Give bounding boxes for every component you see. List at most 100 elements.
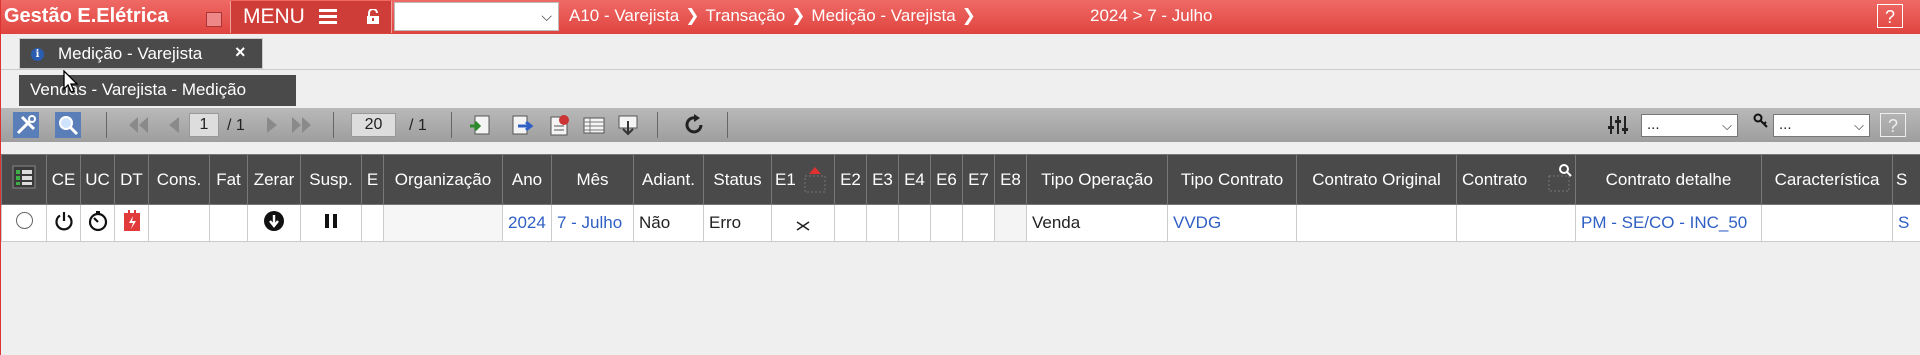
search-key-select[interactable]: ... ⌵ (1773, 114, 1870, 137)
sort-icon[interactable] (802, 165, 828, 195)
column-header-susp[interactable]: Susp. (300, 154, 362, 205)
search-icon[interactable] (55, 112, 81, 138)
ce-cell[interactable] (46, 204, 81, 242)
breadcrumb-item[interactable]: Medição - Varejista (811, 6, 955, 25)
toolbar-separator (451, 112, 452, 138)
close-icon[interactable]: × (235, 42, 246, 63)
column-header-caracteristica[interactable]: Característica (1761, 154, 1893, 205)
page-size-total: / 1 (409, 117, 427, 134)
column-header-e1[interactable]: E1 (771, 154, 835, 205)
table-row[interactable]: 2024 7 - Julho Não Erro Venda VVDG PM - … (1, 204, 1920, 242)
close-small-icon[interactable] (794, 219, 812, 233)
cons-cell (148, 204, 210, 242)
previous-page-icon[interactable] (161, 112, 187, 138)
column-header-e1-label: E1 (775, 169, 796, 189)
column-header-e6[interactable]: E6 (930, 154, 963, 205)
chevron-down-icon: ⌵ (1722, 118, 1732, 133)
filter-settings-icon[interactable] (1605, 112, 1631, 138)
contrato-detalhe-cell[interactable]: PM - SE/CO - INC_50 (1575, 204, 1762, 242)
page-size-input[interactable]: 20 (351, 113, 396, 137)
column-header-status[interactable]: Status (703, 154, 772, 205)
uc-cell[interactable] (80, 204, 115, 242)
menu-button[interactable]: MENU (230, 1, 392, 33)
toolbar-separator (106, 112, 107, 138)
dt-cell[interactable] (114, 204, 149, 242)
column-header-e8[interactable]: E8 (994, 154, 1027, 205)
chevron-right-icon: ❯ (685, 6, 700, 25)
unlock-icon[interactable] (366, 9, 380, 25)
company-select[interactable]: ⌵ (394, 2, 559, 31)
e1-cell[interactable] (771, 204, 835, 242)
pause-icon[interactable] (322, 212, 340, 230)
column-header-select[interactable] (1, 154, 47, 205)
subtab-vendas[interactable]: Vendas - Varejista - Medição (19, 75, 296, 106)
tab-label: Medição - Varejista (58, 44, 203, 63)
export-icon[interactable] (509, 112, 535, 138)
column-header-e3[interactable]: E3 (866, 154, 899, 205)
mes-cell[interactable]: 7 - Julho (551, 204, 634, 242)
e3-cell (866, 204, 899, 242)
susp-cell[interactable] (300, 204, 362, 242)
app-switch-icon[interactable] (206, 12, 222, 27)
column-header-ano[interactable]: Ano (502, 154, 552, 205)
spreadsheet-icon[interactable] (581, 112, 607, 138)
s-cell[interactable]: S (1892, 204, 1920, 242)
column-header-uc[interactable]: UC (80, 154, 115, 205)
column-header-contrato[interactable]: Contrato (1456, 154, 1576, 205)
zerar-cell[interactable] (247, 204, 301, 242)
column-header-e7[interactable]: E7 (962, 154, 995, 205)
row-radio[interactable] (15, 212, 33, 229)
tipo-contrato-cell[interactable]: VVDG (1167, 204, 1297, 242)
last-page-icon[interactable] (289, 112, 315, 138)
timer-icon[interactable] (87, 210, 109, 232)
column-header-e4[interactable]: E4 (898, 154, 931, 205)
column-header-contrato-detalhe[interactable]: Contrato detalhe (1575, 154, 1762, 205)
column-header-dt[interactable]: DT (114, 154, 149, 205)
arrow-down-circle-icon[interactable] (263, 210, 285, 232)
column-header-contrato-original[interactable]: Contrato Original (1296, 154, 1457, 205)
info-icon: i (31, 48, 44, 61)
column-header-organizacao[interactable]: Organização (383, 154, 503, 205)
download-icon[interactable] (615, 112, 641, 138)
column-header-s[interactable]: S (1892, 154, 1920, 205)
column-header-e2[interactable]: E2 (834, 154, 867, 205)
column-header-contrato-label: Contrato (1462, 169, 1528, 189)
toolbar-separator (657, 112, 658, 138)
column-select[interactable]: ... ⌵ (1641, 114, 1738, 137)
mouse-cursor-icon (63, 70, 79, 93)
column-header-mes[interactable]: Mês (551, 154, 634, 205)
report-icon[interactable] (547, 112, 573, 138)
column-search-icon[interactable] (1547, 163, 1573, 193)
column-header-fat[interactable]: Fat (209, 154, 248, 205)
power-icon[interactable] (53, 210, 75, 232)
search-key-value: ... (1779, 116, 1792, 133)
column-header-e[interactable]: E (361, 154, 384, 205)
grid-settings-icon[interactable] (12, 165, 36, 189)
toolbar-help-button[interactable]: ? (1880, 113, 1906, 137)
import-icon[interactable] (467, 112, 493, 138)
help-button[interactable]: ? (1877, 4, 1903, 28)
data-grid: CE UC DT Cons. Fat Zerar Susp. E Organiz… (1, 154, 1920, 242)
contrato-original-cell (1296, 204, 1457, 242)
refresh-icon[interactable] (681, 112, 707, 138)
column-header-ce[interactable]: CE (46, 154, 81, 205)
breadcrumb-item[interactable]: A10 - Varejista (569, 6, 679, 25)
column-header-cons[interactable]: Cons. (148, 154, 210, 205)
ano-cell[interactable]: 2024 (502, 204, 552, 242)
column-header-adiant[interactable]: Adiant. (633, 154, 704, 205)
breadcrumb-item[interactable]: Transação (705, 6, 785, 25)
column-header-tipo-contrato[interactable]: Tipo Contrato (1167, 154, 1297, 205)
tools-icon[interactable] (13, 112, 39, 138)
column-header-zerar[interactable]: Zerar (247, 154, 301, 205)
column-select-value: ... (1647, 116, 1660, 133)
period-label[interactable]: 2024 > 7 - Julho (1090, 6, 1212, 26)
app-title[interactable]: Gestão E.Elétrica (4, 5, 169, 28)
column-header-tipo-operacao[interactable]: Tipo Operação (1026, 154, 1168, 205)
tab-medicao-varejista[interactable]: i Medição - Varejista × (19, 38, 263, 69)
page-number-input[interactable]: 1 (189, 113, 219, 137)
next-page-icon[interactable] (259, 112, 285, 138)
first-page-icon[interactable] (125, 112, 151, 138)
row-select-cell[interactable] (1, 204, 47, 242)
meter-alert-icon[interactable] (121, 209, 143, 233)
caracteristica-cell (1761, 204, 1893, 242)
